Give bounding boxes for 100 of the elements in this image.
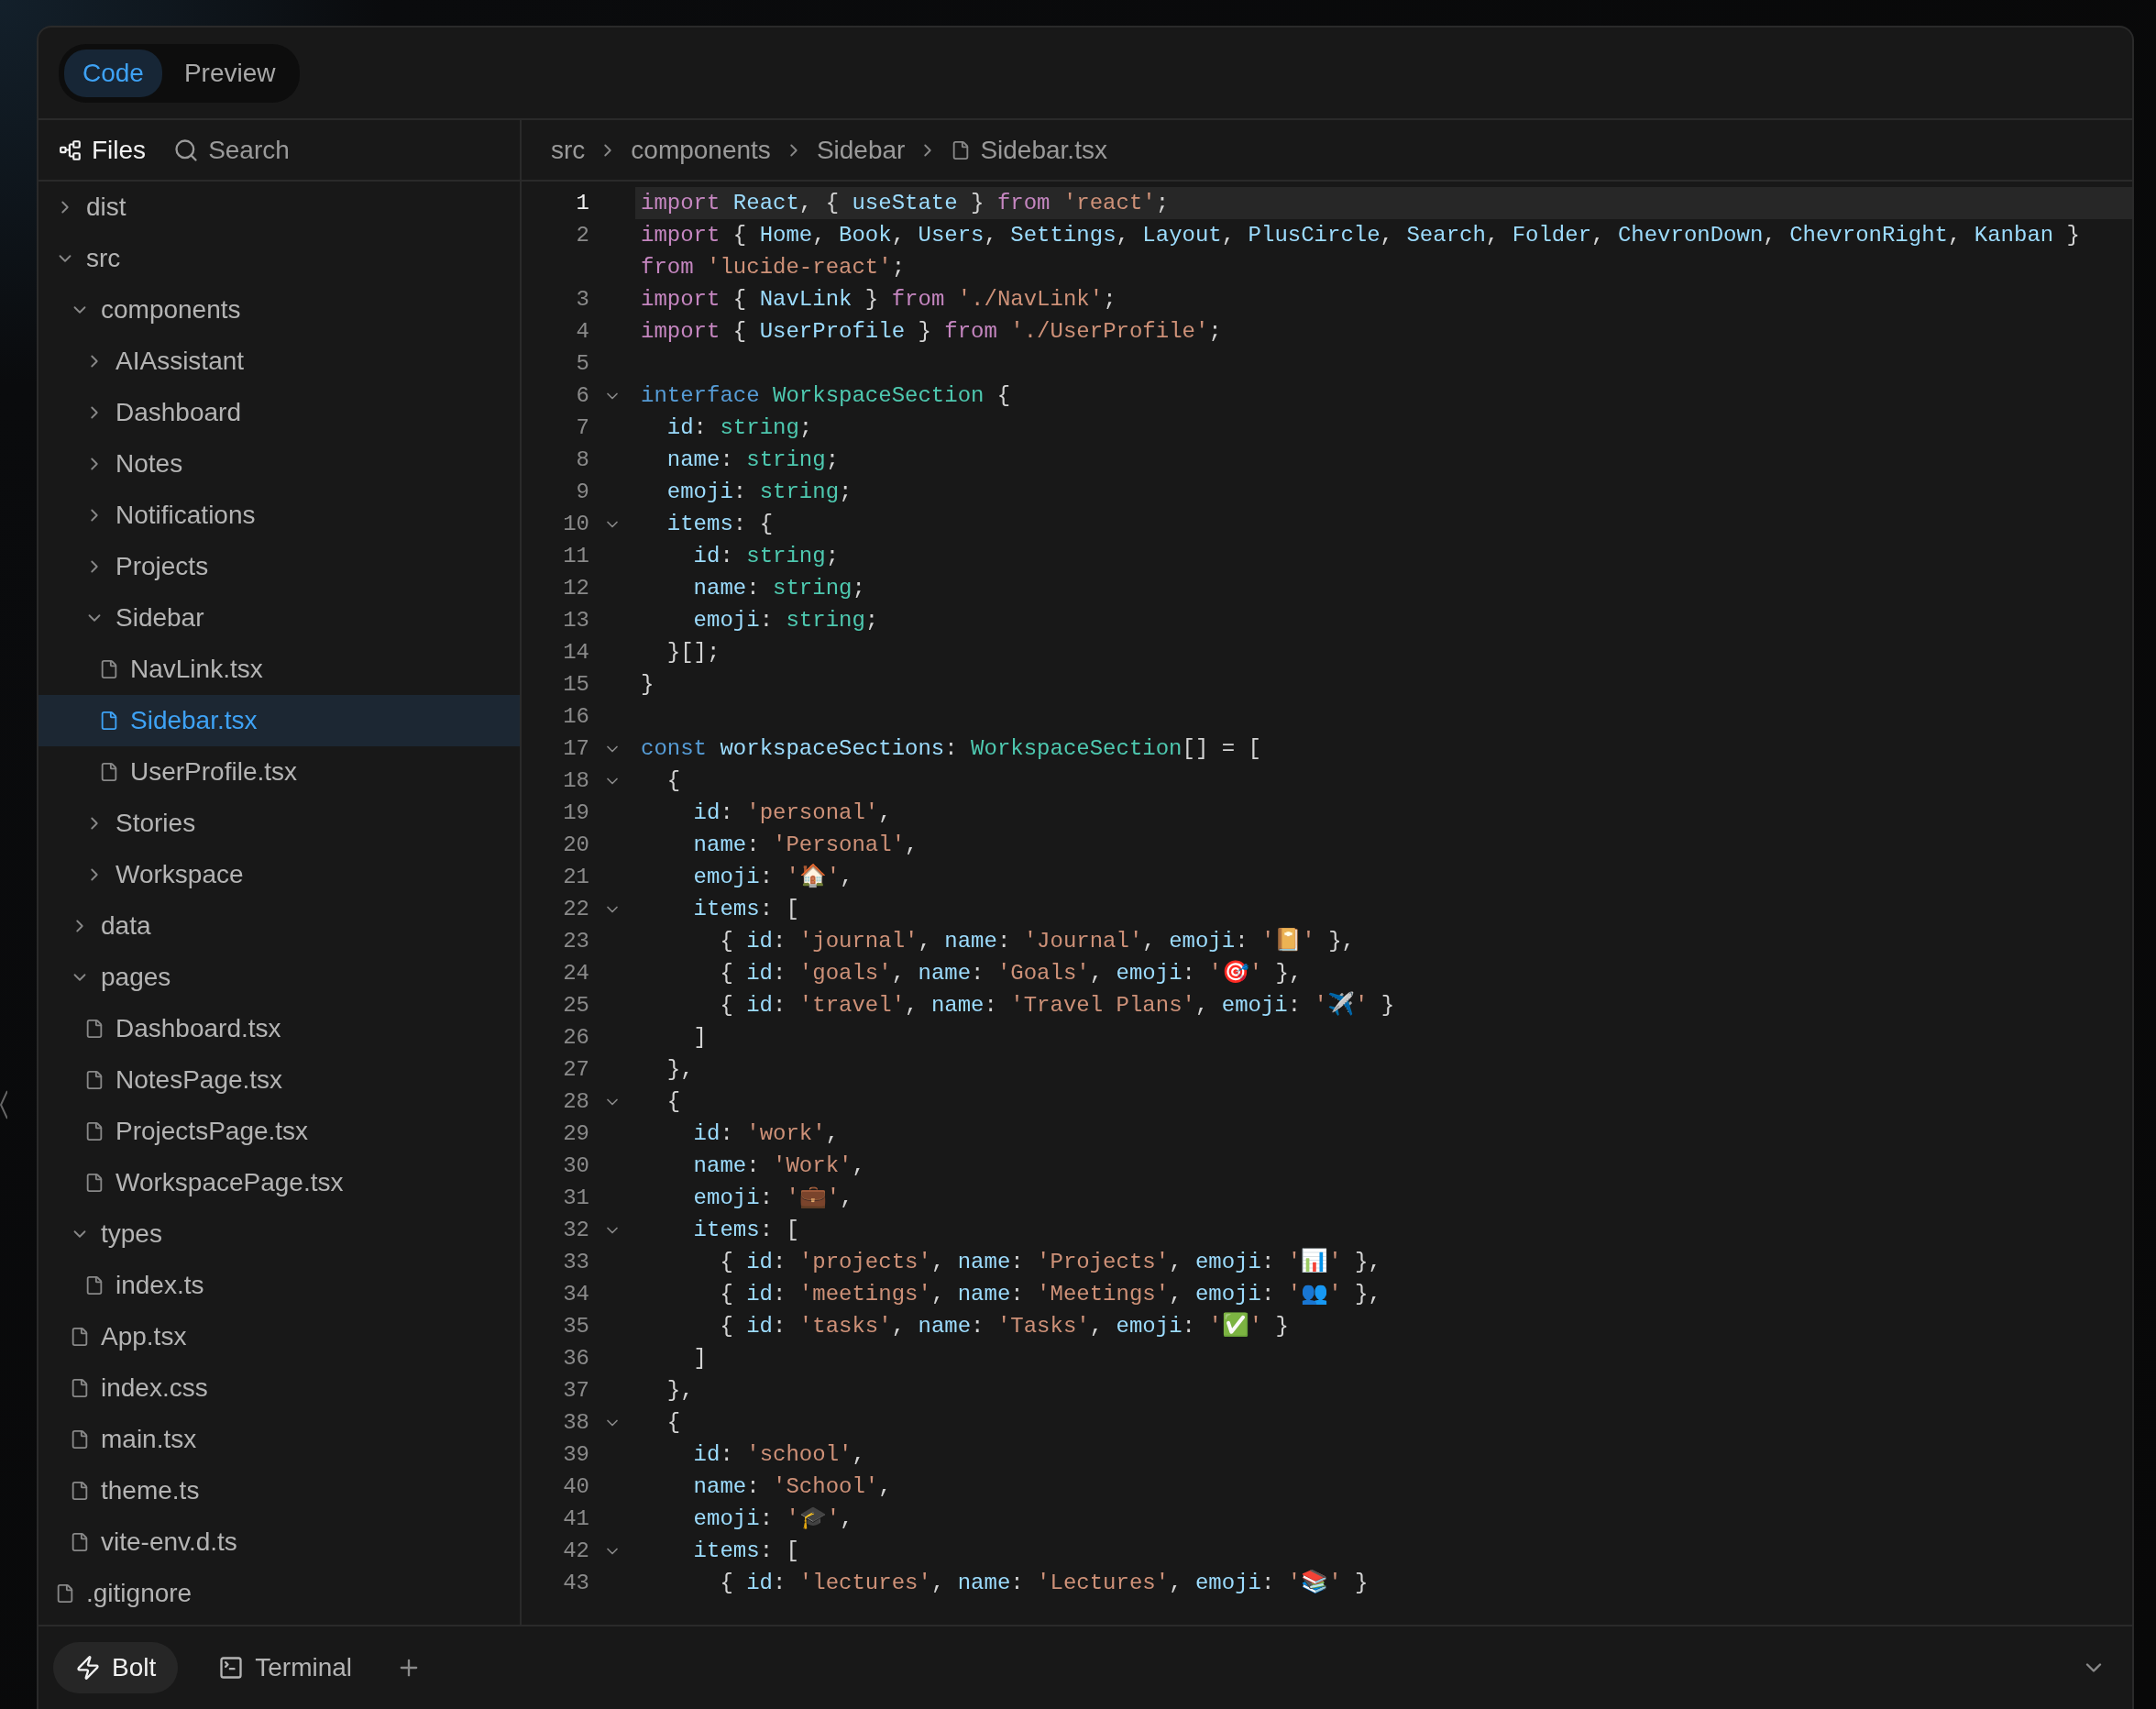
line-number: 19 xyxy=(562,799,589,827)
line-number: 16 xyxy=(562,703,589,731)
line-number: 40 xyxy=(562,1473,589,1501)
file-icon xyxy=(99,659,119,679)
file-item[interactable]: UserProfile.tsx xyxy=(38,746,520,798)
code-line: emoji: string; xyxy=(666,479,853,506)
view-tab[interactable]: Preview xyxy=(165,49,294,97)
line-number: 17 xyxy=(562,735,589,763)
line-number: 3 xyxy=(575,286,589,314)
file-item[interactable]: NotesPage.tsx xyxy=(38,1054,520,1106)
code-line: from 'lucide-react'; xyxy=(640,254,907,281)
file-item[interactable]: index.css xyxy=(38,1362,520,1414)
file-icon xyxy=(70,1378,90,1398)
file-icon xyxy=(84,1121,104,1141)
line-number: 15 xyxy=(562,671,589,699)
file-item[interactable]: NavLink.tsx xyxy=(38,644,520,695)
line-number: 26 xyxy=(562,1024,589,1052)
code-line: { id: 'tasks', name: 'Tasks', emoji: '✅' } xyxy=(719,1311,1290,1340)
code-line: emoji: '🏠', xyxy=(692,863,854,891)
code-line: import { Home, Book, Users, Settings, Layout, PlusCircle, Search, Folder, ChevronDown, ChevronRight, Kanban } xyxy=(640,222,2081,249)
folder-item[interactable]: dist xyxy=(38,182,520,233)
file-icon xyxy=(84,1070,104,1090)
file-item[interactable]: Sidebar.tsx xyxy=(38,695,520,746)
code-line: }[]; xyxy=(666,639,721,667)
line-number: 6 xyxy=(575,382,589,410)
folder-item[interactable]: AIAssistant xyxy=(38,336,520,387)
file-item[interactable]: vite-env.d.ts xyxy=(38,1516,520,1568)
folder-item[interactable]: types xyxy=(38,1208,520,1260)
folder-item[interactable]: data xyxy=(38,900,520,952)
line-number: 12 xyxy=(562,575,589,602)
code-line: { xyxy=(666,767,682,795)
view-tab[interactable]: Code xyxy=(64,49,162,97)
line-number: 22 xyxy=(562,896,589,923)
file-item[interactable]: main.tsx xyxy=(38,1414,520,1465)
line-number: 18 xyxy=(562,767,589,795)
file-item[interactable]: Dashboard.tsx xyxy=(38,1003,520,1054)
line-number: 23 xyxy=(562,928,589,955)
line-number: 5 xyxy=(575,350,589,378)
code-line: name: 'Personal', xyxy=(692,832,919,859)
lightning-icon xyxy=(75,1655,101,1681)
line-number: 37 xyxy=(562,1377,589,1405)
file-item[interactable]: App.tsx xyxy=(38,1311,520,1362)
folder-item[interactable]: components xyxy=(38,284,520,336)
line-number: 28 xyxy=(562,1088,589,1116)
breadcrumb-item[interactable]: src xyxy=(551,135,586,165)
folder-item[interactable]: Notes xyxy=(38,438,520,490)
code-line: id: 'personal', xyxy=(692,799,893,827)
file-item[interactable]: ProjectsPage.tsx xyxy=(38,1106,520,1157)
chevron-left-icon[interactable] xyxy=(0,1089,7,1120)
line-number: 14 xyxy=(562,639,589,667)
file-tree-icon xyxy=(59,138,82,162)
file-item[interactable]: .gitignore xyxy=(38,1568,520,1619)
file-icon xyxy=(99,762,119,782)
line-number: 24 xyxy=(562,960,589,987)
folder-item[interactable]: src xyxy=(38,233,520,284)
code-line: ] xyxy=(692,1024,708,1052)
breadcrumb-item[interactable]: Sidebar.tsx xyxy=(951,135,1107,165)
line-number: 10 xyxy=(562,511,589,538)
file-icon xyxy=(84,1275,104,1296)
line-number: 13 xyxy=(562,607,589,634)
panel-tab[interactable]: Bolt xyxy=(53,1642,179,1693)
line-number: 32 xyxy=(562,1217,589,1244)
line-number: 1 xyxy=(575,190,589,217)
folder-item[interactable]: Sidebar xyxy=(38,592,520,644)
folder-item[interactable]: pages xyxy=(38,952,520,1003)
sidebar-tab[interactable]: Files xyxy=(59,135,147,165)
breadcrumb-item[interactable]: Sidebar xyxy=(816,135,906,165)
file-icon xyxy=(70,1327,90,1347)
code-line: id: 'school', xyxy=(692,1441,866,1469)
folder-item[interactable]: Workspace xyxy=(38,849,520,900)
code-line: emoji: string; xyxy=(692,607,880,634)
code-line: { id: 'meetings', name: 'Meetings', emoji: '👥' }, xyxy=(719,1281,1382,1308)
sidebar-tab[interactable]: Search xyxy=(173,135,290,165)
code-line: { id: 'journal', name: 'Journal', emoji: '📔' }, xyxy=(719,927,1356,955)
file-icon xyxy=(84,1019,104,1039)
folder-item[interactable]: Projects xyxy=(38,541,520,592)
code-line: id: 'work', xyxy=(692,1120,841,1148)
code-line: { xyxy=(666,1088,682,1116)
code-line: emoji: '🎓', xyxy=(692,1505,854,1533)
code-line: items: [ xyxy=(692,1538,800,1565)
folder-item[interactable]: Stories xyxy=(38,798,520,849)
code-line: items: [ xyxy=(692,896,800,923)
code-line: }, xyxy=(666,1377,695,1405)
line-number: 7 xyxy=(575,414,589,442)
file-item[interactable]: WorkspacePage.tsx xyxy=(38,1157,520,1208)
line-number: 2 xyxy=(575,222,589,249)
line-number: 9 xyxy=(575,479,589,506)
code-line: ] xyxy=(692,1345,708,1373)
line-number: 42 xyxy=(562,1538,589,1565)
code-line: { xyxy=(666,1409,682,1437)
search-icon xyxy=(173,137,200,163)
file-item[interactable]: index.ts xyxy=(38,1260,520,1311)
breadcrumb-item[interactable]: components xyxy=(631,135,771,165)
panel-tab[interactable]: Terminal xyxy=(196,1642,375,1693)
line-number: 36 xyxy=(562,1345,589,1373)
line-number: 30 xyxy=(562,1152,589,1180)
folder-item[interactable]: Dashboard xyxy=(38,387,520,438)
code-line: emoji: '💼', xyxy=(692,1185,854,1212)
file-item[interactable]: theme.ts xyxy=(38,1465,520,1516)
folder-item[interactable]: Notifications xyxy=(38,490,520,541)
